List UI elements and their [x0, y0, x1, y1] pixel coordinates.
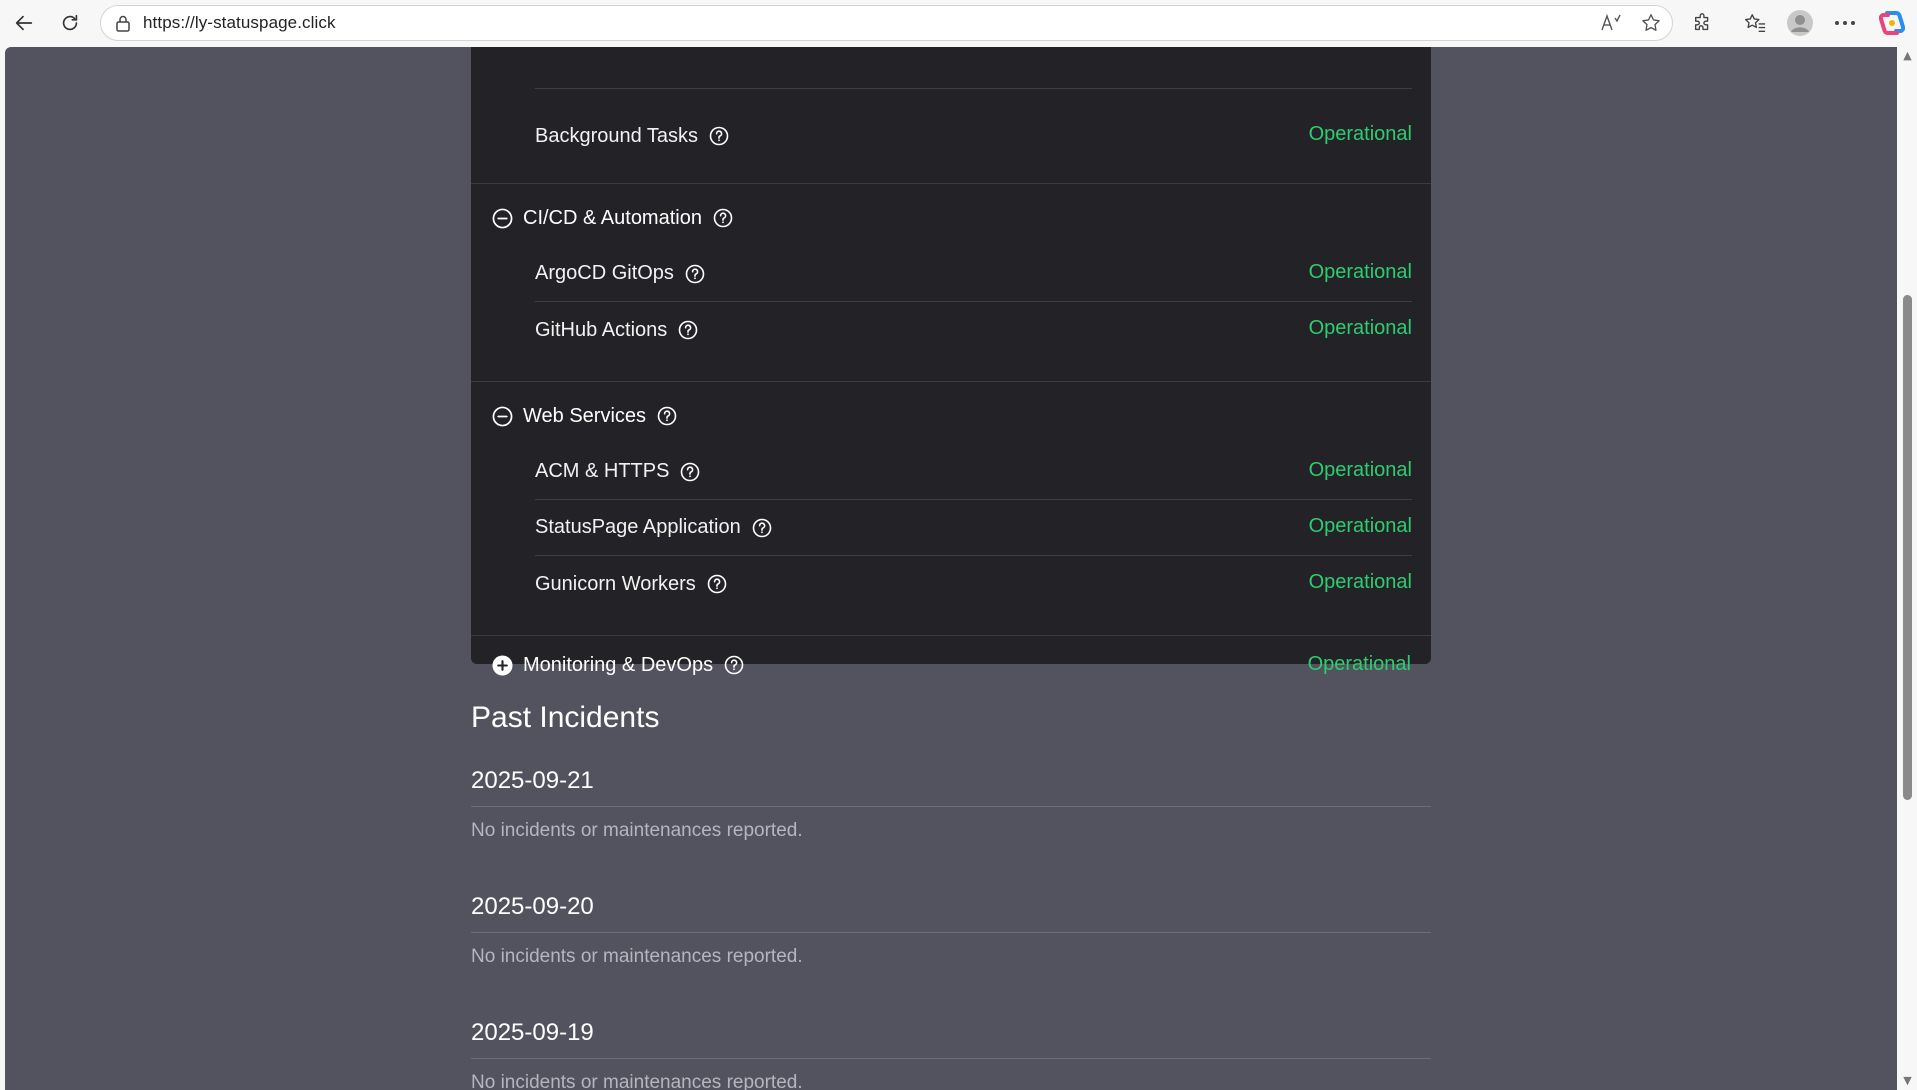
component-row: Background Tasks Operational: [535, 108, 1412, 164]
page-scrollbar[interactable]: ▲ ▼: [1898, 47, 1917, 1090]
component-row: StatusPage Application Operational: [535, 500, 1412, 556]
help-icon[interactable]: [677, 319, 699, 341]
group-header[interactable]: CI/CD & Automation: [491, 204, 734, 232]
scrollbar-thumb[interactable]: [1903, 295, 1912, 800]
help-icon[interactable]: [723, 654, 745, 676]
page-viewport: Background Tasks Operational CI/CD & Aut…: [5, 47, 1897, 1090]
component-name: GitHub Actions: [535, 318, 668, 341]
more-icon[interactable]: [1830, 8, 1860, 38]
help-icon[interactable]: [708, 125, 730, 147]
read-aloud-icon[interactable]: [1598, 10, 1624, 36]
group-name[interactable]: Web Services: [523, 405, 646, 428]
favorites-icon[interactable]: [1740, 8, 1770, 38]
component-row: Gunicorn Workers Operational: [535, 556, 1412, 612]
incident-day-date: 2025-09-20: [471, 893, 1431, 933]
component-status: Operational: [1308, 571, 1412, 593]
component-group-cicd: CI/CD & Automation ArgoCD GitOps Operati…: [471, 184, 1431, 382]
incident-day-message: No incidents or maintenances reported.: [471, 946, 803, 967]
component-name: ACM & HTTPS: [535, 460, 670, 482]
help-icon[interactable]: [751, 517, 773, 539]
component-status: Operational: [1308, 317, 1412, 339]
help-icon[interactable]: [679, 461, 701, 483]
profile-icon[interactable]: [1785, 8, 1815, 38]
component-status: Operational: [1308, 515, 1412, 537]
help-icon[interactable]: [712, 207, 734, 229]
component-name: StatusPage Application: [535, 516, 741, 538]
incident-day-date: 2025-09-19: [471, 1019, 1431, 1059]
collapse-icon[interactable]: [491, 207, 513, 229]
url-text[interactable]: https://ly-statuspage.click: [143, 13, 336, 33]
group-header[interactable]: Monitoring & DevOps: [491, 651, 745, 679]
component-status: Operational: [1308, 459, 1412, 481]
help-icon[interactable]: [656, 405, 678, 427]
component-row: ArgoCD GitOps Operational: [535, 246, 1412, 302]
incident-day: 2025-09-21 No incidents or maintenances …: [471, 767, 1431, 842]
incident-day: 2025-09-19 No incidents or maintenances …: [471, 1019, 1431, 1090]
incident-day-message: No incidents or maintenances reported.: [471, 820, 803, 841]
address-bar[interactable]: https://ly-statuspage.click: [100, 5, 1673, 41]
incident-day: 2025-09-20 No incidents or maintenances …: [471, 893, 1431, 968]
scroll-up-arrow-icon[interactable]: ▲: [1902, 50, 1913, 61]
group-name[interactable]: Monitoring & DevOps: [523, 654, 713, 677]
help-icon[interactable]: [684, 263, 706, 285]
group-header[interactable]: Web Services: [491, 402, 678, 430]
component-row: ACM & HTTPS Operational: [535, 444, 1412, 500]
past-incidents-title: Past Incidents: [471, 701, 660, 734]
component-row-hidden: [535, 47, 1412, 89]
component-name: ArgoCD GitOps: [535, 262, 674, 284]
refresh-icon[interactable]: [52, 5, 88, 41]
extensions-icon[interactable]: [1688, 8, 1718, 38]
group-status: Operational: [1307, 653, 1411, 675]
component-name: Gunicorn Workers: [535, 572, 696, 595]
incident-day-date: 2025-09-21: [471, 767, 1431, 807]
component-group-web-services: Web Services ACM & HTTPS Operational Sta…: [471, 382, 1431, 636]
expand-icon[interactable]: [491, 654, 513, 676]
component-status: Operational: [1308, 123, 1412, 145]
favorite-star-icon[interactable]: [1638, 10, 1664, 36]
components-card: Background Tasks Operational CI/CD & Aut…: [471, 47, 1431, 676]
component-group-general: Background Tasks Operational: [471, 47, 1431, 184]
lock-icon[interactable]: [113, 13, 133, 33]
group-name[interactable]: CI/CD & Automation: [523, 207, 702, 230]
incident-day-message: No incidents or maintenances reported.: [471, 1072, 803, 1090]
copilot-icon[interactable]: [1877, 8, 1907, 38]
component-status: Operational: [1308, 261, 1412, 283]
back-icon[interactable]: [6, 5, 42, 41]
browser-toolbar: https://ly-statuspage.click: [0, 0, 1917, 46]
component-name: Background Tasks: [535, 124, 699, 147]
component-row: GitHub Actions Operational: [535, 302, 1412, 358]
collapse-icon[interactable]: [491, 405, 513, 427]
help-icon[interactable]: [706, 573, 728, 595]
scroll-down-arrow-icon[interactable]: ▼: [1902, 1075, 1913, 1086]
